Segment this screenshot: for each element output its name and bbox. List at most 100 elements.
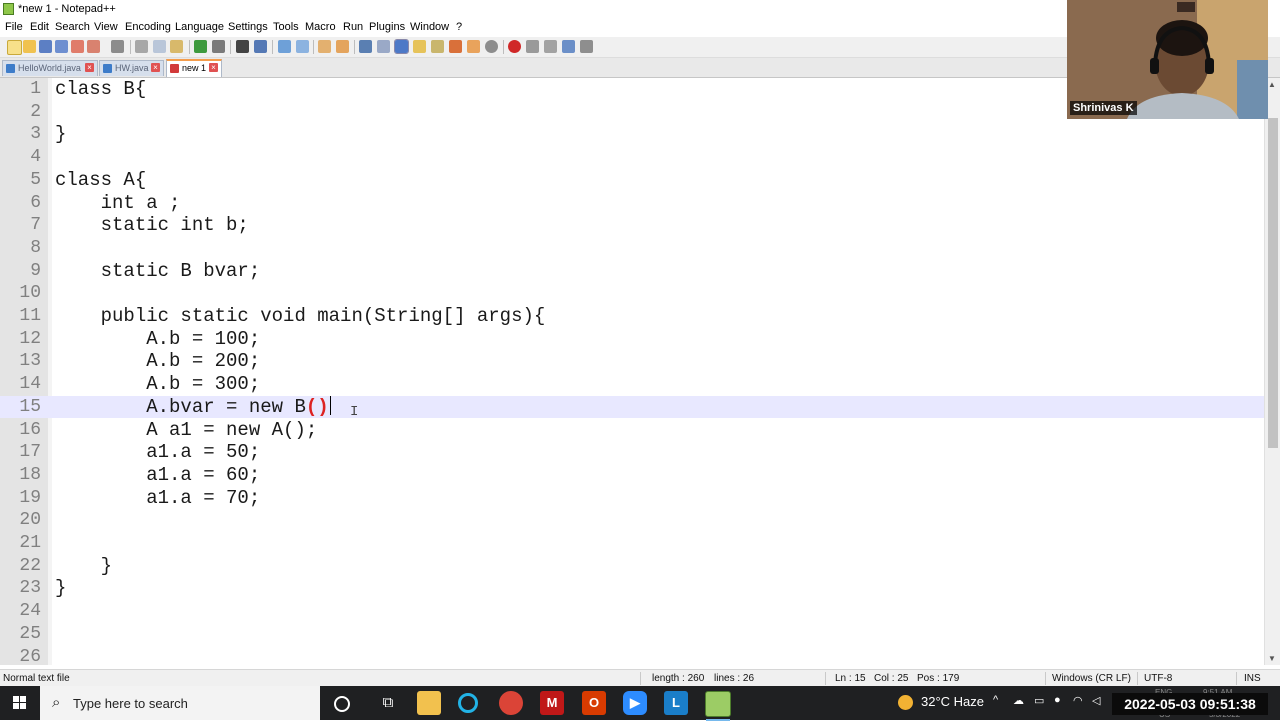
code-line[interactable]: 23} — [0, 577, 1264, 600]
record-macro-icon[interactable] — [508, 40, 521, 53]
alexa-icon[interactable] — [458, 693, 478, 713]
weather-sun-icon[interactable] — [898, 695, 913, 710]
menu-view[interactable]: View — [94, 21, 118, 33]
code-line[interactable]: 24 — [0, 600, 1264, 623]
zoom-out-icon[interactable] — [296, 40, 309, 53]
close-all-icon[interactable] — [87, 40, 100, 53]
vertical-scrollbar[interactable]: ▲ ▼ — [1264, 78, 1280, 665]
code-line[interactable]: 18 a1.a = 60; — [0, 464, 1264, 487]
word-wrap-icon[interactable] — [359, 40, 372, 53]
code-line[interactable]: 12 A.b = 100; — [0, 328, 1264, 351]
code-line[interactable]: 15 A.bvar = new B() — [0, 395, 1264, 419]
taskbar-search-box[interactable]: ⌕ Type here to search — [40, 686, 320, 720]
scroll-up-icon[interactable]: ▲ — [1268, 80, 1276, 89]
code-line[interactable]: 11 public static void main(String[] args… — [0, 305, 1264, 328]
scrollbar-thumb[interactable] — [1268, 118, 1278, 448]
cloud-icon[interactable]: ☁ — [1013, 694, 1024, 707]
code-line[interactable]: 9 static B bvar; — [0, 260, 1264, 283]
notepadpp-taskbar-icon[interactable] — [705, 691, 731, 721]
menu-window[interactable]: Window — [410, 21, 449, 33]
code-line[interactable]: 17 a1.a = 50; — [0, 441, 1264, 464]
file-explorer-icon[interactable] — [417, 691, 441, 715]
mic-icon[interactable]: ● — [1054, 694, 1061, 706]
monitor-icon[interactable] — [485, 40, 498, 53]
menu-run[interactable]: Run — [343, 21, 363, 33]
undo-icon[interactable] — [194, 40, 207, 53]
code-line[interactable]: 22 } — [0, 555, 1264, 578]
paste-icon[interactable] — [170, 40, 183, 53]
replace-icon[interactable] — [254, 40, 267, 53]
zoom-icon[interactable]: ▶ — [623, 691, 647, 715]
play-macro-icon[interactable] — [544, 40, 557, 53]
code-line[interactable]: 14 A.b = 300; — [0, 373, 1264, 396]
language-icon[interactable] — [413, 40, 426, 53]
timestamp-overlay: 2022-05-03 09:51:38 — [1112, 693, 1268, 715]
code-line[interactable]: 7 static int b; — [0, 214, 1264, 237]
save-icon[interactable] — [39, 40, 52, 53]
sync-horizontal-icon[interactable] — [336, 40, 349, 53]
find-icon[interactable] — [236, 40, 249, 53]
start-button[interactable] — [0, 686, 40, 720]
print-icon[interactable] — [111, 40, 124, 53]
code-line[interactable]: 19 a1.a = 70; — [0, 487, 1264, 510]
close-tab-icon[interactable]: × — [151, 63, 160, 72]
close-tab-icon[interactable]: × — [85, 63, 94, 72]
code-line[interactable]: 21 — [0, 532, 1264, 555]
save-macro-icon[interactable] — [580, 40, 593, 53]
chrome-icon[interactable] — [499, 691, 523, 715]
tray-chevron-icon[interactable]: ^ — [993, 694, 998, 706]
weather-text[interactable]: 32°C Haze — [921, 694, 984, 709]
folder-icon[interactable] — [467, 40, 480, 53]
stop-record-icon[interactable] — [526, 40, 539, 53]
code-line[interactable]: 25 — [0, 623, 1264, 646]
volume-icon[interactable]: ◁ — [1092, 694, 1100, 707]
menu-edit[interactable]: Edit — [30, 21, 49, 33]
run-macro-multiple-icon[interactable] — [562, 40, 575, 53]
code-line[interactable]: 13 A.b = 200; — [0, 350, 1264, 373]
menu-settings[interactable]: Settings — [228, 21, 268, 33]
code-line[interactable]: 3} — [0, 123, 1264, 146]
zoom-in-icon[interactable] — [278, 40, 291, 53]
new-file-icon[interactable] — [7, 40, 22, 55]
close-tab-icon[interactable]: × — [209, 63, 218, 72]
open-file-icon[interactable] — [23, 40, 36, 53]
save-all-icon[interactable] — [55, 40, 68, 53]
battery-icon[interactable]: ▭ — [1034, 694, 1044, 707]
menu-language[interactable]: Language — [175, 21, 224, 33]
code-editor[interactable]: 1 class B{2 3} 4 5 class A{6 int a ; 7 static … — [0, 78, 1280, 665]
office-icon[interactable]: O — [582, 691, 606, 715]
menu-plugins[interactable]: Plugins — [369, 21, 405, 33]
code-line[interactable]: 6 int a ; — [0, 192, 1264, 215]
cortana-icon[interactable] — [334, 696, 350, 712]
redo-icon[interactable] — [212, 40, 225, 53]
close-icon[interactable] — [71, 40, 84, 53]
show-all-chars-icon[interactable] — [377, 40, 390, 53]
wifi-icon[interactable]: ◠ — [1073, 694, 1083, 707]
l-app-icon[interactable]: L — [664, 691, 688, 715]
sync-vertical-icon[interactable] — [318, 40, 331, 53]
tab-new-1[interactable]: new 1 × — [166, 59, 222, 77]
code-line[interactable]: 10 — [0, 282, 1264, 305]
code-line[interactable]: 20 — [0, 509, 1264, 532]
code-line[interactable]: 5 class A{ — [0, 169, 1264, 192]
cut-icon[interactable] — [135, 40, 148, 53]
menu-tools[interactable]: Tools — [273, 21, 299, 33]
code-line[interactable]: 4 — [0, 146, 1264, 169]
tab-helloworld-java[interactable]: HelloWorld.java × — [2, 60, 98, 76]
code-line[interactable]: 8 — [0, 237, 1264, 260]
menu-encoding[interactable]: Encoding — [125, 21, 171, 33]
menu-macro[interactable]: Macro — [305, 21, 336, 33]
function-list-icon[interactable] — [449, 40, 462, 53]
copy-icon[interactable] — [153, 40, 166, 53]
menu-help[interactable]: ? — [456, 21, 462, 33]
scroll-down-icon[interactable]: ▼ — [1268, 654, 1276, 663]
code-line[interactable]: 16 A a1 = new A(); — [0, 419, 1264, 442]
menu-search[interactable]: Search — [55, 21, 90, 33]
menu-file[interactable]: File — [5, 21, 23, 33]
mcafee-icon[interactable]: M — [540, 691, 564, 715]
tab-hw-java[interactable]: HW.java × — [99, 60, 164, 76]
indent-guide-icon[interactable] — [394, 39, 409, 54]
task-view-icon[interactable]: ⧉ — [376, 691, 400, 715]
doc-map-icon[interactable] — [431, 40, 444, 53]
code-line[interactable]: 26 — [0, 646, 1264, 666]
